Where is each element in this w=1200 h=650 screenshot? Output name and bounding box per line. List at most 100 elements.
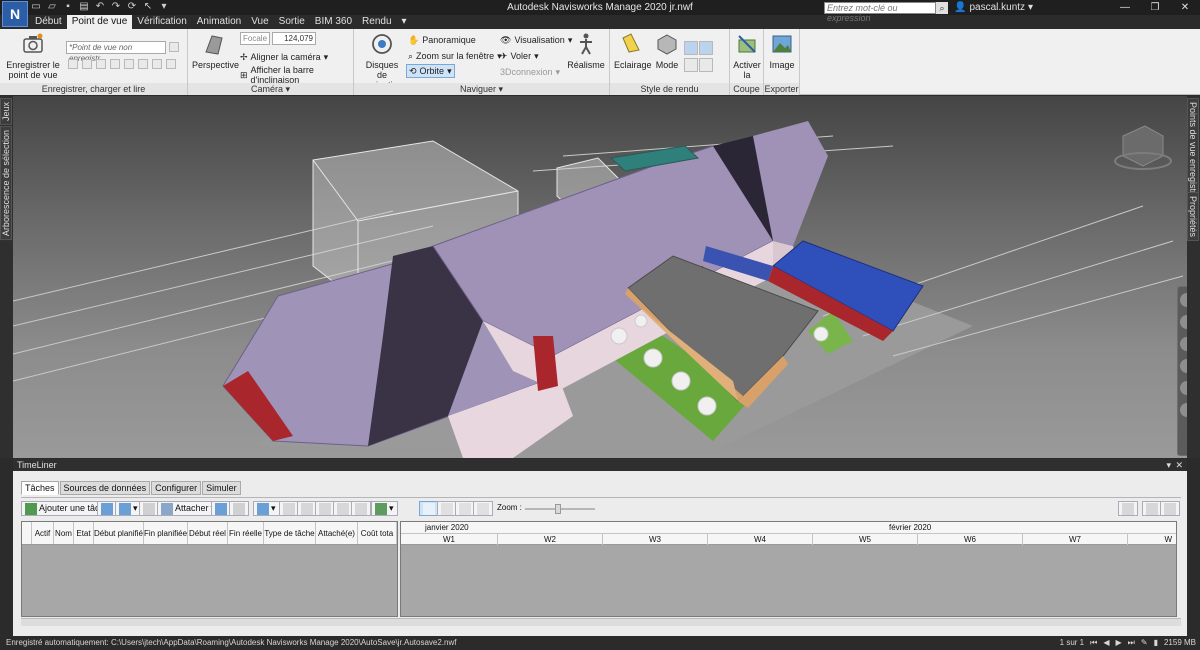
view-actual-button[interactable] bbox=[455, 501, 475, 516]
zoom-icon[interactable] bbox=[1180, 337, 1187, 351]
look-icon[interactable] bbox=[1180, 381, 1187, 395]
save-icon[interactable]: ▪ bbox=[62, 1, 74, 13]
task-grid[interactable]: Actif Nom Etat Début planifié Fin planif… bbox=[21, 521, 398, 617]
pencil-icon[interactable]: ✎ bbox=[1141, 636, 1148, 650]
undo-icon[interactable]: ↶ bbox=[94, 1, 106, 13]
select-cursor-icon[interactable]: ↖ bbox=[142, 1, 154, 13]
points-toggle-icon[interactable] bbox=[684, 58, 698, 72]
user-account[interactable]: 👤 pascal.kuntz ▾ bbox=[954, 2, 1033, 13]
lines-toggle-icon[interactable] bbox=[699, 41, 713, 55]
zoom-slider-thumb[interactable] bbox=[555, 504, 561, 514]
nav-wheels-button[interactable]: Disques de navigation bbox=[360, 32, 404, 90]
open-folder-icon[interactable]: ▱ bbox=[46, 1, 58, 13]
close-icon[interactable]: ✕ bbox=[1175, 459, 1183, 471]
comment-button[interactable] bbox=[351, 501, 371, 516]
first-page-icon[interactable]: ⏮ bbox=[1090, 636, 1097, 650]
delete-task-button[interactable] bbox=[139, 501, 159, 516]
view-gantt-button[interactable] bbox=[419, 501, 439, 516]
tab-proprietes[interactable]: Propriétés bbox=[1187, 192, 1199, 242]
col-etat[interactable]: Etat bbox=[74, 522, 94, 544]
find-items-button[interactable]: ▾ bbox=[253, 501, 280, 516]
step-forward-icon[interactable] bbox=[152, 59, 162, 69]
clear-attach-button[interactable] bbox=[229, 501, 249, 516]
activer-coupe-button[interactable]: Activer la coupe bbox=[730, 32, 764, 90]
col-debut-planifie[interactable]: Début planifié bbox=[94, 522, 144, 544]
tab-debut[interactable]: Début bbox=[30, 15, 67, 29]
auto-add-tasks-button[interactable]: ▾ bbox=[115, 501, 142, 516]
viewcube[interactable] bbox=[1114, 125, 1172, 170]
search-icon[interactable]: ⌕ bbox=[936, 2, 948, 14]
col-debut-reel[interactable]: Début réel bbox=[188, 522, 228, 544]
restore-button[interactable]: ❐ bbox=[1140, 0, 1170, 15]
perspective-button[interactable]: Perspective bbox=[192, 32, 239, 70]
visualisation-button[interactable]: 👁 Visualisation ▾ bbox=[500, 33, 572, 47]
horizontal-scrollbar[interactable] bbox=[21, 618, 1181, 626]
attach-button[interactable]: Attacher▾ bbox=[157, 501, 220, 516]
view-planned-button[interactable] bbox=[437, 501, 457, 516]
close-button[interactable]: ✕ bbox=[1170, 0, 1200, 15]
filter-button[interactable] bbox=[1118, 501, 1138, 516]
qat-dropdown-icon[interactable]: ▾ bbox=[158, 1, 170, 13]
skip-forward-icon[interactable] bbox=[166, 59, 176, 69]
tab-vue[interactable]: Vue bbox=[246, 15, 273, 29]
app-logo[interactable]: N bbox=[2, 1, 28, 27]
last-page-icon[interactable]: ⏭ bbox=[1128, 636, 1135, 650]
new-file-icon[interactable]: ▭ bbox=[30, 1, 42, 13]
col-type-tache[interactable]: Type de tâche bbox=[264, 522, 316, 544]
mode-button[interactable]: Mode bbox=[652, 32, 682, 70]
tab-animation[interactable]: Animation bbox=[192, 15, 246, 29]
hand-icon[interactable] bbox=[1180, 315, 1187, 329]
next-page-icon[interactable]: ▶ bbox=[1116, 636, 1122, 650]
col-fin-reelle[interactable]: Fin réelle bbox=[228, 522, 264, 544]
zoom-window-button[interactable]: ⌕ Zoom sur la fenêtre ▾ bbox=[408, 49, 502, 63]
tab-jeux[interactable]: Jeux bbox=[0, 98, 12, 126]
record-icon[interactable] bbox=[68, 59, 78, 69]
tab-taches[interactable]: Tâches bbox=[21, 481, 59, 495]
prev-page-icon[interactable]: ◀ bbox=[1103, 636, 1109, 650]
text-toggle-icon[interactable] bbox=[699, 58, 713, 72]
step-back-icon[interactable] bbox=[96, 59, 106, 69]
tab-point-de-vue[interactable]: Point de vue bbox=[66, 15, 133, 29]
steering-wheel-icon[interactable] bbox=[1180, 293, 1187, 307]
connexion3d-button[interactable]: 3Dconnexion ▾ bbox=[500, 65, 560, 79]
orbit-icon[interactable] bbox=[1180, 359, 1187, 373]
play-icon[interactable] bbox=[138, 59, 148, 69]
viewpoint-settings-icon[interactable] bbox=[169, 42, 179, 52]
select-cursor-icon[interactable] bbox=[1180, 403, 1187, 417]
move-down-button[interactable] bbox=[297, 501, 317, 516]
viewpoint-combo[interactable]: *Point de vue non enregistr bbox=[66, 41, 166, 63]
import-button[interactable] bbox=[1142, 501, 1162, 516]
show-tilt-bar-button[interactable]: ⊞ Afficher la barre d'inclinaison bbox=[240, 65, 353, 85]
col-nom[interactable]: Nom bbox=[54, 522, 74, 544]
move-up-button[interactable] bbox=[279, 501, 299, 516]
col-cout-total[interactable]: Coût tota bbox=[358, 522, 397, 544]
image-export-button[interactable]: Image bbox=[764, 32, 800, 70]
disk-icon[interactable]: ▮ bbox=[1154, 636, 1158, 650]
tab-simuler[interactable]: Simuler bbox=[202, 481, 241, 495]
voler-button[interactable]: ✈ Voler ▾ bbox=[500, 49, 539, 63]
tab-verification[interactable]: Vérification bbox=[132, 15, 191, 29]
export-button[interactable] bbox=[1160, 501, 1180, 516]
skip-back-icon[interactable] bbox=[82, 59, 92, 69]
minimize-button[interactable]: — bbox=[1110, 0, 1140, 15]
realisme-button[interactable]: Réalisme bbox=[566, 32, 606, 70]
search-input[interactable]: Entrez mot-clé ou expression bbox=[824, 2, 936, 23]
col-fin-planifiee[interactable]: Fin planifiée bbox=[144, 522, 188, 544]
tab-sources-donnees[interactable]: Sources de données bbox=[59, 481, 151, 495]
print-icon[interactable]: ▤ bbox=[78, 1, 90, 13]
gantt-chart[interactable]: janvier 2020 février 2020 W1 W2 W3 W4 W5… bbox=[400, 521, 1177, 617]
eclairage-button[interactable]: Eclairage bbox=[614, 32, 652, 70]
zoom-slider[interactable] bbox=[525, 504, 595, 514]
outdent-button[interactable] bbox=[333, 501, 353, 516]
align-camera-button[interactable]: ✢ Aligner la caméra ▾ bbox=[240, 50, 328, 64]
tab-arborescence[interactable]: Arborescence de sélection bbox=[0, 126, 12, 241]
tab-sortie[interactable]: Sortie bbox=[274, 15, 310, 29]
save-viewpoint-button[interactable]: Enregistrer le point de vue bbox=[4, 32, 62, 80]
surfaces-toggle-icon[interactable] bbox=[684, 41, 698, 55]
3d-viewport[interactable] bbox=[13, 96, 1187, 458]
panoramique-button[interactable]: ✋ Panoramique bbox=[408, 33, 476, 47]
ribbon-options-icon[interactable]: ▾ bbox=[397, 15, 411, 29]
pin-icon[interactable]: ▾ bbox=[1166, 459, 1171, 471]
focale-input[interactable]: 124,079 bbox=[272, 32, 316, 45]
redo-icon[interactable]: ↷ bbox=[110, 1, 122, 13]
